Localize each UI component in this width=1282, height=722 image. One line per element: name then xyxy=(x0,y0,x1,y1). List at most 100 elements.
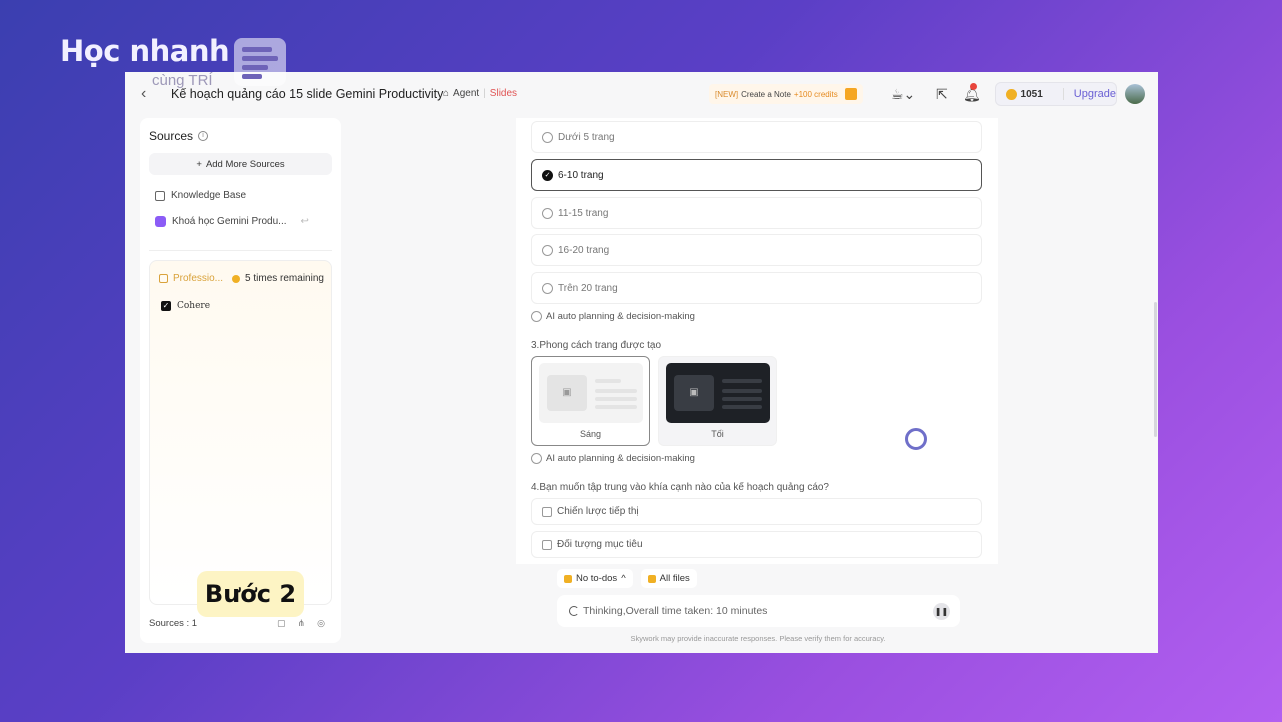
chat-icon[interactable]: ▢ xyxy=(277,618,286,629)
focus-option-2[interactable]: Đối tượng mục tiêu xyxy=(531,531,982,558)
auto-label: AI auto planning & decision-making xyxy=(546,453,695,464)
main-content: Dưới 5 trang ✓ 6-10 trang 11-15 trang 16… xyxy=(516,118,998,564)
preview-line xyxy=(595,379,621,383)
layers-icon xyxy=(159,274,168,283)
page-option-1[interactable]: Dưới 5 trang xyxy=(531,121,982,153)
preview-line xyxy=(595,397,637,401)
step-badge: Bước 2 xyxy=(197,571,304,617)
cube-icon xyxy=(155,190,165,201)
checkbox-icon xyxy=(542,539,552,550)
preview-line xyxy=(722,389,762,393)
info-icon[interactable]: i xyxy=(198,131,209,141)
course-label: Khoá học Gemini Produ... xyxy=(172,216,287,227)
remaining-count: 5 times remaining xyxy=(245,273,324,284)
spinner-icon xyxy=(569,606,579,616)
document-title: Kế hoạch quảng cáo 15 slide Gemini Produ… xyxy=(171,87,444,101)
option-label: Dưới 5 trang xyxy=(558,131,615,143)
brand-logo-icon xyxy=(234,38,286,86)
sources-title: Sources xyxy=(149,129,194,143)
return-icon[interactable]: ↩ xyxy=(301,216,309,227)
credit-count: 1051 xyxy=(1020,88,1043,100)
auto-label: AI auto planning & decision-making xyxy=(546,311,695,322)
option-label: 6-10 trang xyxy=(558,169,604,181)
sources-count: Sources : 1 xyxy=(149,618,198,629)
slides-label: Slides xyxy=(489,88,518,99)
page-option-3[interactable]: 11-15 trang xyxy=(531,197,982,229)
style-option-light[interactable]: ▣ Sáng xyxy=(531,356,650,446)
promo-credits: +100 credits xyxy=(793,89,838,99)
option-label: Đối tượng mục tiêu xyxy=(557,539,643,550)
radio-icon xyxy=(542,207,553,219)
option-label: 11-15 trang xyxy=(558,207,609,219)
create-note-promo[interactable]: [NEW] Create a Note +100 credits xyxy=(709,84,863,104)
page-option-4[interactable]: 16-20 trang xyxy=(531,234,982,266)
radio-icon xyxy=(542,282,553,294)
mascot-menu-icon[interactable]: ☕⌄ xyxy=(891,86,915,103)
model-option-cohere[interactable]: ✓ Cohere xyxy=(161,301,210,311)
dark-preview: ▣ xyxy=(666,363,770,423)
preview-line xyxy=(595,405,637,409)
model-label: Cohere xyxy=(177,301,211,311)
knowledge-base-item[interactable]: Knowledge Base xyxy=(155,190,246,201)
option-label: Chiến lược tiếp thị xyxy=(557,506,639,517)
sources-sidebar: Sources i + Add More Sources Knowledge B… xyxy=(140,118,341,643)
gift-icon xyxy=(844,88,857,100)
cursor-indicator xyxy=(905,428,927,450)
promo-text: Create a Note xyxy=(741,89,791,99)
todos-dropdown[interactable]: No to-dos ^ xyxy=(557,569,633,588)
light-preview: ▣ xyxy=(539,363,643,423)
thinking-text: Thinking,Overall time taken: 10 minutes xyxy=(583,605,768,617)
todo-icon xyxy=(564,574,572,583)
preview-line xyxy=(722,397,762,401)
brand-tagline: cùng TRÍ xyxy=(152,72,213,89)
add-more-sources-button[interactable]: + Add More Sources xyxy=(149,153,332,175)
pause-button[interactable]: ❚❚ xyxy=(933,603,950,620)
preview-line xyxy=(595,389,637,393)
page-option-2[interactable]: ✓ 6-10 trang xyxy=(531,159,982,191)
todos-label: No to-dos xyxy=(576,573,618,584)
notification-badge xyxy=(970,83,977,90)
option-label: 16-20 trang xyxy=(558,244,610,256)
folder-icon xyxy=(647,574,656,583)
focus-option-1[interactable]: Chiến lược tiếp thị xyxy=(531,498,982,525)
style-label: Sáng xyxy=(579,429,602,439)
checkbox-icon xyxy=(542,506,552,517)
brand-watermark: Học nhanh cùng TRÍ xyxy=(60,34,286,89)
separator: | xyxy=(483,88,486,99)
scrollbar[interactable] xyxy=(1154,302,1157,437)
preview-line xyxy=(722,405,762,409)
professional-row[interactable]: Professio... 5 times remaining xyxy=(159,273,324,284)
radio-icon xyxy=(542,131,553,143)
todo-bar: No to-dos ^ All files xyxy=(557,569,697,588)
sources-heading: Sources i xyxy=(149,129,209,143)
app-window: ‹ Kế hoạch quảng cáo 15 slide Gemini Pro… xyxy=(125,72,1158,653)
auto-planning-option-2[interactable]: AI auto planning & decision-making xyxy=(531,453,695,464)
credits-box: 1051 Upgrade xyxy=(995,82,1117,106)
mindmap-icon[interactable]: ⋔ xyxy=(298,618,306,629)
export-icon[interactable]: ◎ xyxy=(317,618,325,629)
auto-planning-option[interactable]: AI auto planning & decision-making xyxy=(531,311,695,322)
all-files-button[interactable]: All files xyxy=(640,569,697,588)
radio-icon xyxy=(531,311,542,322)
coin-icon xyxy=(1006,88,1017,100)
coin-icon xyxy=(232,274,241,283)
radio-checked-icon: ✓ xyxy=(542,169,553,181)
question-4: 4.Bạn muốn tập trung vào khía cạnh nào c… xyxy=(531,482,829,493)
files-label: All files xyxy=(659,573,690,584)
share-icon[interactable]: ⇱ xyxy=(936,86,948,103)
agent-label: Agent xyxy=(453,88,480,99)
avatar[interactable] xyxy=(1125,84,1145,104)
source-item-course[interactable]: Khoá học Gemini Produ... ↩ xyxy=(155,216,309,227)
divider xyxy=(149,250,332,251)
sidebar-tools: ▢ ⋔ ◎ xyxy=(277,618,325,629)
promo-new-tag: [NEW] xyxy=(715,89,739,99)
thinking-status: Thinking,Overall time taken: 10 minutes … xyxy=(557,595,960,627)
radio-icon xyxy=(542,244,553,256)
agent-mode[interactable]: ⌂ Agent | Slides xyxy=(443,88,517,99)
image-icon: ▣ xyxy=(547,375,587,411)
checkbox-checked-icon[interactable]: ✓ xyxy=(161,301,171,311)
page-option-5[interactable]: Trên 20 trang xyxy=(531,272,982,304)
style-option-dark[interactable]: ▣ Tối xyxy=(658,356,777,446)
upgrade-button[interactable]: Upgrade xyxy=(1062,88,1116,100)
disclaimer: Skywork may provide inaccurate responses… xyxy=(630,634,886,643)
